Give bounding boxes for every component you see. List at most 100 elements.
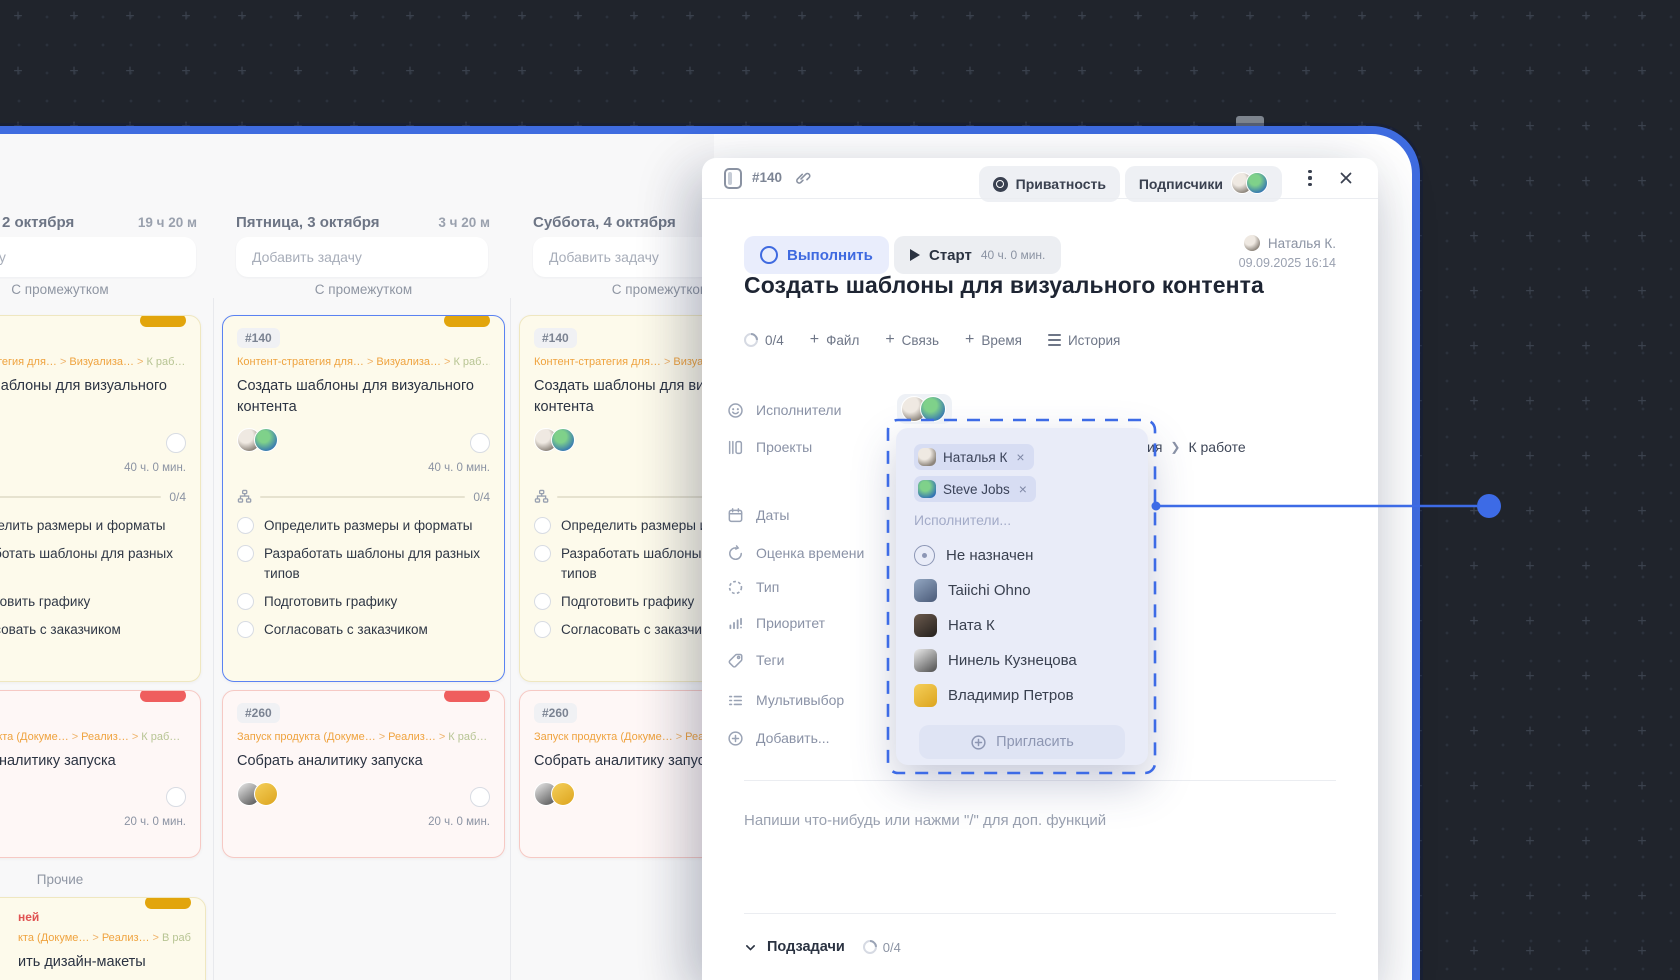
field-estimate[interactable]: Оценка времени [726, 541, 864, 565]
task-card-260[interactable]: #260 Запуск продукта (Докуме…>Реализ…>К … [222, 690, 505, 858]
avatar-vladimir [254, 782, 278, 806]
checklist-item: Согласовать с заказчиком [0, 622, 121, 637]
section-label: С промежутком [11, 282, 109, 297]
column-hours: 19 ч 20 м [137, 215, 197, 230]
crumb-separator: > [131, 731, 139, 743]
checkbox[interactable] [534, 517, 551, 534]
privacy-button[interactable]: Приватность [978, 166, 1120, 202]
breadcrumb: Контент-стратегия для…>Визуализа…>К раб… [0, 356, 186, 368]
header-divider [702, 198, 1378, 199]
field-multiselect[interactable]: Мультивыбор [726, 688, 844, 712]
start-button[interactable]: Старт 40 ч. 0 мин. [894, 236, 1062, 274]
close-icon[interactable] [1338, 170, 1354, 186]
card-color-tab [140, 691, 186, 702]
subtasks-progress: 0/4 [859, 937, 901, 957]
checklist-item: Подготовить графику [0, 594, 91, 609]
remove-chip-icon[interactable]: × [1016, 449, 1024, 465]
more-menu-icon[interactable] [1300, 168, 1320, 188]
assignee-chip[interactable]: Наталья К × [914, 444, 1034, 470]
copy-link-icon[interactable] [794, 169, 811, 186]
checkbox[interactable] [237, 517, 254, 534]
checklist-item: Определить размеры и форматы [264, 518, 473, 533]
card-title: ить дизайн-макеты [18, 954, 146, 970]
checkbox[interactable] [237, 621, 254, 638]
avatar-vladimir [914, 684, 937, 707]
add-task-input[interactable]: Добавить задачу [236, 237, 488, 277]
progress-count: 0/4 [169, 489, 186, 504]
task-id-badge: #260 [237, 703, 280, 723]
crumb-separator: > [152, 932, 159, 944]
avatar-steve [1246, 171, 1268, 194]
task-title[interactable]: Создать шаблоны для визуального контента [744, 272, 1264, 299]
option-user[interactable]: Ната К [914, 608, 1130, 643]
task-card-140-selected[interactable]: #140 Контент-стратегия для… > Визуализа… > К… [222, 315, 505, 682]
checkbox[interactable] [237, 545, 254, 562]
field-type[interactable]: Тип [726, 575, 779, 599]
complete-button[interactable]: Выполнить [744, 236, 889, 274]
avatar-ninel [914, 649, 937, 672]
type-icon [726, 578, 744, 596]
section-divider [744, 913, 1336, 914]
column-date: Суббота, 4 октября [533, 214, 676, 231]
time-estimate-icon [726, 544, 744, 562]
breadcrumb: Запуск продукта (Докуме…>Реализ…>К раб… [0, 731, 181, 743]
complete-ring[interactable] [166, 786, 186, 807]
field-dates[interactable]: Даты [726, 503, 789, 527]
assignee-chip[interactable]: Steve Jobs × [914, 476, 1036, 502]
assignee-options: Не назначен Taiichi Ohno Ната К Нинель К… [914, 538, 1130, 713]
task-card-260[interactable]: #260 Запуск продукта (Докуме…>Реализ…>К … [0, 690, 201, 858]
checkbox[interactable] [534, 621, 551, 638]
task-card-140[interactable]: #140 Контент-стратегия для…>Визуализа…>К… [0, 315, 201, 682]
task-id-badge: #140 [237, 328, 280, 348]
checkbox[interactable] [534, 593, 551, 610]
field-assignees[interactable]: Исполнители [726, 398, 841, 422]
smiley-icon [726, 401, 744, 419]
checklist-item: Согласовать с заказчиком [561, 622, 725, 637]
privacy-icon [992, 176, 1008, 192]
progress-count: 0/4 [473, 489, 490, 504]
field-projects[interactable]: Проекты [726, 435, 812, 459]
subscribers-button[interactable]: Подписчики [1124, 166, 1282, 202]
card-title: Собрать аналитику запуска [0, 753, 116, 769]
add-time-button[interactable]: + Время [965, 332, 1022, 348]
priority-icon [726, 614, 744, 632]
card-avatars [237, 782, 278, 811]
checklist-item: Разработать шаблоны для разных типов [264, 546, 480, 581]
remove-chip-icon[interactable]: × [1019, 481, 1027, 497]
card-estimate: 40 ч. 0 мин. [428, 462, 490, 474]
checkbox[interactable] [237, 593, 254, 610]
card-estimate: 40 ч. 0 мин. [124, 462, 186, 474]
column-date: Пятница, 3 октября [236, 214, 380, 231]
subtasks-toggle[interactable]: Подзадачи 0/4 [744, 935, 901, 959]
overdue-label: ней [18, 910, 40, 924]
add-file-button[interactable]: + Файл [810, 332, 860, 348]
option-unassigned[interactable]: Не назначен [914, 538, 1130, 573]
avatar-natalia [918, 448, 936, 466]
subtasks-icon [534, 489, 549, 503]
checkbox[interactable] [534, 545, 551, 562]
add-link-button[interactable]: + Связь [885, 332, 939, 348]
field-priority[interactable]: Приоритет [726, 611, 825, 635]
card-avatars [534, 782, 575, 811]
field-add[interactable]: Добавить... [726, 726, 830, 750]
avatar-steve [920, 396, 946, 422]
plus-icon: + [885, 331, 895, 348]
field-tags[interactable]: Теги [726, 648, 784, 672]
project-value[interactable]: ия ❯ К работе [1147, 435, 1246, 459]
task-card-design[interactable]: ней кта (Докуме…>Реализ…>В раб… ить диза… [0, 897, 206, 980]
history-icon [1047, 334, 1061, 346]
column-separator [510, 298, 511, 980]
add-task-input[interactable]: Добавить задачу [0, 237, 196, 277]
assignees-value[interactable] [897, 394, 952, 424]
option-user[interactable]: Владимир Петров [914, 678, 1130, 713]
option-user[interactable]: Нинель Кузнецова [914, 643, 1130, 678]
history-button[interactable]: История [1047, 333, 1120, 348]
complete-ring[interactable] [470, 432, 490, 453]
option-user[interactable]: Taiichi Ohno [914, 573, 1130, 608]
complete-ring[interactable] [166, 432, 186, 453]
description-input[interactable]: Напиши что-нибудь или нажми "/" для доп.… [744, 812, 1106, 829]
complete-ring[interactable] [470, 786, 490, 807]
invite-button[interactable]: Пригласить [919, 725, 1125, 759]
assignee-search-input[interactable]: Исполнители... [914, 512, 1130, 528]
task-id-badge: #260 [534, 703, 577, 723]
